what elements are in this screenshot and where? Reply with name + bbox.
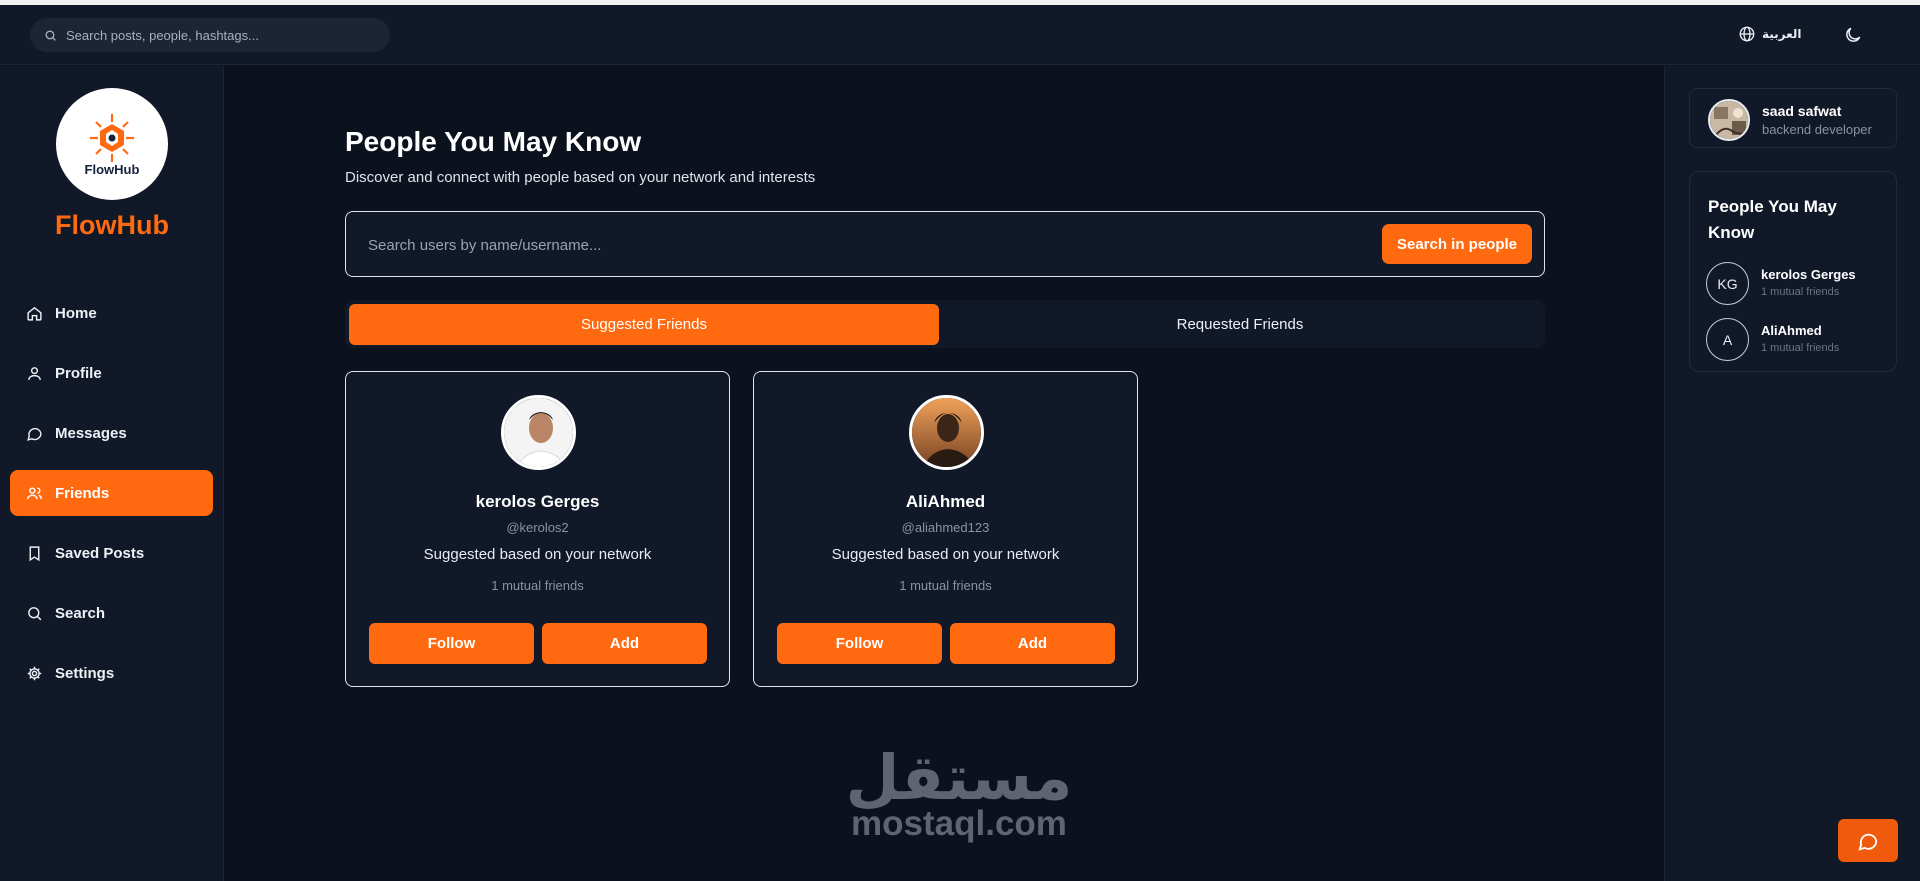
user-photo-icon [1710, 101, 1748, 139]
suggestion-reason: Suggested based on your network [423, 546, 652, 563]
friend-card: kerolos Gerges @kerolos2 Suggested based… [345, 371, 730, 687]
search-icon [45, 29, 56, 41]
sidebar-item-label: Profile [55, 364, 102, 382]
widget-title: People You May Know [1708, 197, 1837, 242]
current-user-role: backend developer [1762, 122, 1872, 137]
users-icon [27, 486, 42, 499]
sidebar-item-label: Search [55, 604, 106, 622]
sidebar-item-label: Messages [55, 424, 127, 442]
avatar[interactable] [1708, 99, 1750, 141]
global-search-input[interactable] [66, 27, 366, 43]
logo-emblem-icon [90, 113, 134, 162]
globe-icon [1739, 26, 1755, 42]
brand-name: FlowHub [55, 210, 169, 240]
global-search-box[interactable] [30, 18, 390, 52]
page-subtitle: Discover and connect with people based o… [345, 169, 816, 186]
sidebar-item-saved-posts[interactable]: Saved Posts [10, 530, 213, 576]
top-bar: العربية [0, 5, 1920, 65]
sidebar-item-messages[interactable]: Messages [10, 410, 213, 456]
friends-tabs: Suggested Friends Requested Friends [345, 300, 1545, 348]
chat-bubble-icon [1858, 833, 1878, 851]
tab-requested-friends[interactable]: Requested Friends [945, 304, 1535, 345]
friend-handle: @kerolos2 [506, 520, 569, 535]
watermark-latin: mostaql.com [851, 804, 1067, 843]
avatar[interactable] [501, 395, 576, 470]
avatar: A [1706, 318, 1749, 361]
page-title: People You May Know [345, 126, 642, 157]
avatar[interactable] [909, 395, 984, 470]
sidebar-item-label: Home [55, 304, 97, 322]
mostaql-watermark: مستقل mostaql.com [842, 748, 1076, 842]
gear-icon [27, 666, 42, 680]
flowhub-logo[interactable]: FlowHub [56, 88, 168, 200]
sidebar-item-home[interactable]: Home [10, 290, 213, 336]
right-sidebar: saad safwat backend developer People You… [1664, 66, 1920, 881]
person-photo-icon [504, 398, 573, 467]
mutual-friends-count: 1 mutual friends [899, 578, 992, 593]
tab-suggested-friends[interactable]: Suggested Friends [349, 304, 939, 345]
sidebar-nav: Home Profile Messages Friends Saved Post… [10, 290, 213, 710]
avatar: KG [1706, 262, 1749, 305]
sidebar: FlowHub FlowHub Home Profile Messages Fr… [0, 66, 224, 881]
list-item[interactable]: KG kerolos Gerges 1 mutual friends [1706, 262, 1896, 306]
search-in-people-button[interactable]: Search in people [1382, 224, 1532, 264]
sidebar-item-friends[interactable]: Friends [10, 470, 213, 516]
people-search-input[interactable] [368, 234, 1268, 256]
current-user-card[interactable]: saad safwat backend developer [1689, 88, 1897, 148]
sidebar-item-settings[interactable]: Settings [10, 650, 213, 696]
mutual-friends-count: 1 mutual friends [1761, 286, 1840, 298]
people-you-may-know-widget: People You May Know KG kerolos Gerges 1 … [1689, 171, 1897, 372]
sidebar-item-profile[interactable]: Profile [10, 350, 213, 396]
person-name[interactable]: kerolos Gerges [1761, 267, 1856, 282]
list-item[interactable]: A AliAhmed 1 mutual friends [1706, 318, 1896, 362]
logo-text: FlowHub [84, 161, 140, 177]
chat-button[interactable] [1838, 819, 1898, 862]
sidebar-item-label: Settings [55, 664, 115, 682]
friend-card: AliAhmed @aliahmed123 Suggested based on… [753, 371, 1138, 687]
search-icon [28, 606, 42, 620]
current-user-name: saad safwat [1762, 103, 1842, 119]
mutual-friends-count: 1 mutual friends [1761, 342, 1840, 354]
user-icon [28, 366, 41, 380]
friend-handle: @aliahmed123 [901, 520, 990, 535]
language-label: العربية [1762, 27, 1802, 41]
sidebar-item-search[interactable]: Search [10, 590, 213, 636]
people-search-bar: Search in people [345, 211, 1545, 277]
watermark-arabic: مستقل [845, 744, 1073, 813]
message-icon [27, 427, 42, 441]
follow-button[interactable]: Follow [777, 623, 942, 664]
friend-name[interactable]: kerolos Gerges [346, 492, 729, 512]
follow-button[interactable]: Follow [369, 623, 534, 664]
person-name[interactable]: AliAhmed [1761, 323, 1822, 338]
language-switcher[interactable]: العربية [1738, 25, 1802, 43]
home-icon [27, 306, 42, 321]
friend-name[interactable]: AliAhmed [754, 492, 1137, 512]
person-photo-icon [912, 398, 981, 467]
add-friend-button[interactable]: Add [542, 623, 707, 664]
suggestion-reason: Suggested based on your network [831, 546, 1060, 563]
moon-icon[interactable] [1843, 25, 1863, 45]
sidebar-item-label: Friends [55, 484, 110, 502]
sidebar-item-label: Saved Posts [55, 544, 145, 562]
add-friend-button[interactable]: Add [950, 623, 1115, 664]
mutual-friends-count: 1 mutual friends [491, 578, 584, 593]
bookmark-icon [29, 545, 40, 561]
